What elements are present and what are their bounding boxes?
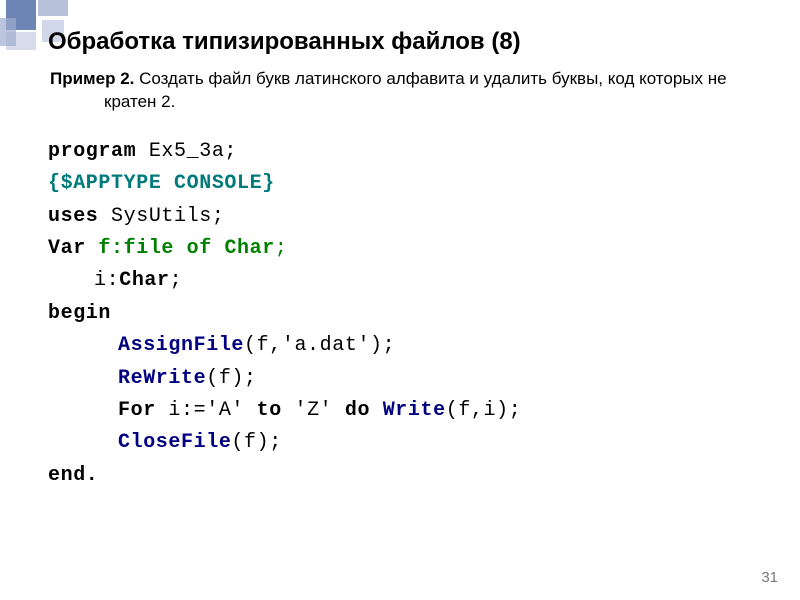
compiler-directive: {$APPTYPE CONSOLE} <box>48 172 275 195</box>
code-text: (f,i); <box>446 399 522 422</box>
proc-assignfile: AssignFile <box>118 334 244 357</box>
kw-to: to <box>257 399 282 422</box>
slide-content: Обработка типизированных файлов (8) Прим… <box>0 0 800 600</box>
code-line: program Ex5_3a; <box>48 136 752 168</box>
kw-var: Var <box>48 237 98 260</box>
code-text: i: <box>94 269 119 292</box>
code-text: ; <box>170 269 183 292</box>
code-text: Ex5_3a; <box>136 140 237 163</box>
code-block: program Ex5_3a; {$APPTYPE CONSOLE} uses … <box>48 136 752 492</box>
code-text <box>370 399 383 422</box>
code-line: For i:='A' to 'Z' do Write(f,i); <box>48 395 752 427</box>
kw-for: For <box>118 399 156 422</box>
kw-end: end. <box>48 464 98 487</box>
code-line: CloseFile(f); <box>48 427 752 459</box>
code-line: begin <box>48 298 752 330</box>
kw-begin: begin <box>48 302 111 325</box>
var-decl: f:file of Char <box>98 237 274 260</box>
code-line: {$APPTYPE CONSOLE} <box>48 168 752 200</box>
example-paragraph: Пример 2. Создать файл букв латинского а… <box>50 68 752 114</box>
example-label: Пример 2. <box>50 69 134 88</box>
code-line: Var f:file of Char; <box>48 233 752 265</box>
kw-char: Char <box>119 269 169 292</box>
code-line: AssignFile(f,'a.dat'); <box>48 330 752 362</box>
code-text: (f); <box>231 431 281 454</box>
code-text: SysUtils; <box>98 205 224 228</box>
proc-write: Write <box>383 399 446 422</box>
kw-program: program <box>48 140 136 163</box>
example-text: Создать файл букв латинского алфавита и … <box>104 69 727 111</box>
page-number: 31 <box>761 569 778 586</box>
code-text: i:='A' <box>156 399 257 422</box>
code-text: 'Z' <box>282 399 345 422</box>
proc-rewrite: ReWrite <box>118 367 206 390</box>
code-line: ReWrite(f); <box>48 363 752 395</box>
page-title: Обработка типизированных файлов (8) <box>48 28 752 56</box>
proc-closefile: CloseFile <box>118 431 231 454</box>
code-text: (f); <box>206 367 256 390</box>
code-text: ; <box>275 237 288 260</box>
code-line: end. <box>48 460 752 492</box>
kw-do: do <box>345 399 370 422</box>
code-line: i:Char; <box>48 265 752 297</box>
code-line: uses SysUtils; <box>48 201 752 233</box>
code-text: (f,'a.dat'); <box>244 334 395 357</box>
kw-uses: uses <box>48 205 98 228</box>
